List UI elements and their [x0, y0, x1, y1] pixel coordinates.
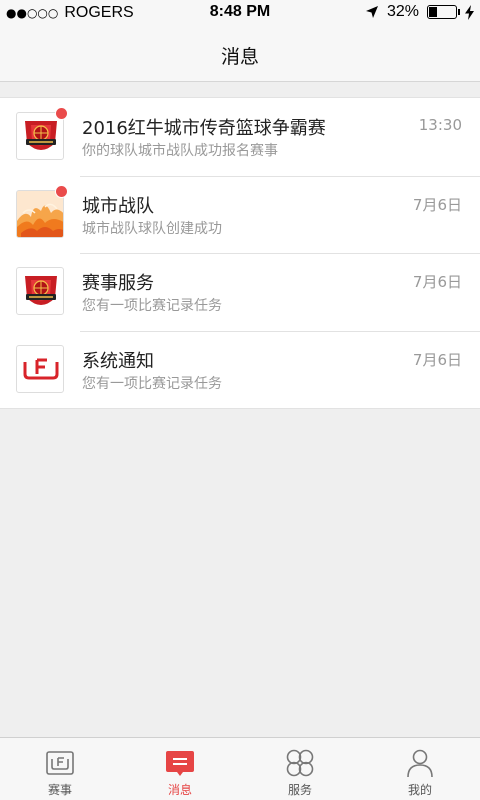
message-title: 城市战队	[82, 195, 154, 217]
message-item-tournament[interactable]: 2016红牛城市传奇篮球争霸赛 你的球队城市战队成功报名赛事 13:30	[0, 98, 480, 176]
tab-label: 服务	[287, 783, 312, 797]
basketball-crest-icon	[16, 267, 64, 315]
tab-messages[interactable]: 消息	[120, 738, 240, 800]
message-item-system[interactable]: 系统通知 您有一项比赛记录任务 7月6日	[0, 330, 480, 409]
message-item-city-team[interactable]: 城市战队 城市战队球队创建成功 7月6日	[0, 175, 480, 254]
message-list: 2016红牛城市传奇篮球争霸赛 你的球队城市战队成功报名赛事 13:30 城市战…	[0, 97, 480, 409]
app-logo-icon	[16, 344, 64, 393]
navigation-bar: 消息	[0, 26, 480, 82]
charging-bolt-icon	[465, 4, 474, 20]
tab-label: 赛事	[47, 783, 72, 797]
profile-icon	[407, 749, 433, 778]
tab-services[interactable]: 服务	[240, 738, 360, 800]
basketball-crest-icon	[16, 112, 64, 160]
message-item-match-service[interactable]: 赛事服务 您有一项比赛记录任务 7月6日	[0, 253, 480, 331]
message-preview: 您有一项比赛记录任务	[82, 375, 222, 392]
tab-profile[interactable]: 我的	[360, 738, 480, 800]
tab-label: 我的	[407, 783, 432, 797]
status-bar: ●●○○○ ROGERS 8:48 PM 32%	[0, 0, 480, 26]
message-icon	[166, 751, 194, 776]
message-preview: 你的球队城市战队成功报名赛事	[82, 143, 278, 159]
message-preview: 您有一项比赛记录任务	[82, 298, 222, 314]
tab-label: 消息	[167, 783, 192, 797]
battery-icon	[427, 5, 460, 19]
message-preview: 城市战队球队创建成功	[82, 220, 222, 237]
unread-indicator	[55, 184, 68, 198]
message-time: 13:30	[418, 116, 462, 134]
message-time: 7月6日	[412, 350, 462, 369]
message-title: 2016红牛城市传奇篮球争霸赛	[82, 118, 326, 139]
message-title: 赛事服务	[82, 273, 154, 294]
unread-indicator	[55, 107, 68, 120]
service-icon	[286, 749, 314, 777]
message-time: 7月6日	[412, 273, 462, 291]
page-title: 消息	[220, 46, 259, 68]
tab-bar: 赛事 消息 服务 我的	[0, 737, 480, 800]
location-arrow-icon	[365, 6, 378, 18]
battery-percent: 32%	[386, 3, 419, 20]
match-icon	[46, 751, 74, 775]
tab-matches[interactable]: 赛事	[0, 738, 120, 800]
message-title: 系统通知	[82, 350, 154, 372]
message-time: 7月6日	[412, 195, 462, 214]
